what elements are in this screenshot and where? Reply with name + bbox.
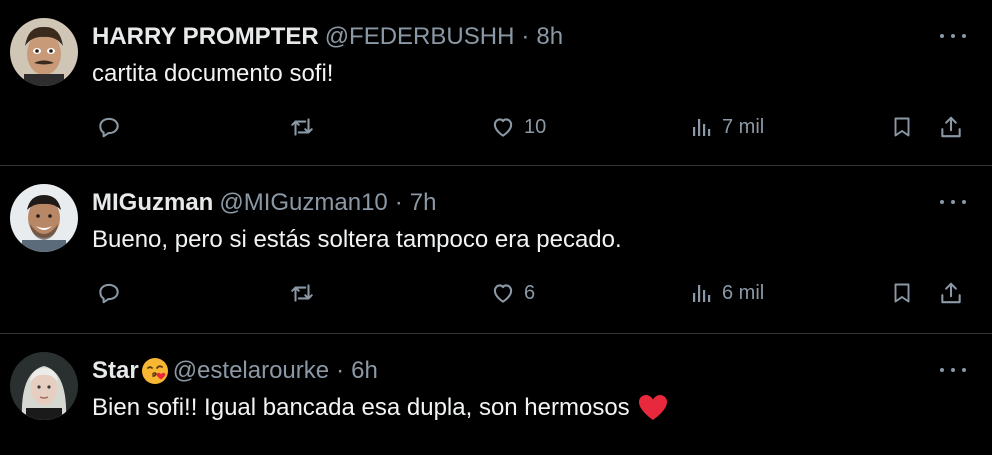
user-handle[interactable]: @FEDERBUSHH bbox=[325, 23, 515, 51]
user-handle[interactable]: @estelarourke bbox=[173, 357, 329, 385]
red-heart-emoji-icon bbox=[638, 394, 668, 422]
tweet-actions: 10 7 mil bbox=[0, 114, 992, 146]
more-icon[interactable] bbox=[940, 26, 966, 46]
like-button[interactable]: 10 bbox=[490, 114, 546, 140]
views-icon bbox=[690, 280, 714, 306]
timestamp[interactable]: 8h bbox=[536, 23, 563, 51]
separator: · bbox=[336, 357, 345, 384]
timestamp[interactable]: 7h bbox=[410, 189, 437, 217]
separator: · bbox=[394, 189, 403, 216]
reply-button[interactable] bbox=[96, 114, 122, 140]
avatar[interactable] bbox=[10, 18, 78, 86]
kissing-face-emoji-icon bbox=[141, 357, 169, 385]
tweet-actions: 6 6 mil bbox=[0, 280, 992, 312]
reply-button[interactable] bbox=[96, 280, 122, 306]
share-icon bbox=[938, 114, 964, 140]
retweet-button[interactable] bbox=[288, 114, 316, 140]
retweet-icon bbox=[288, 280, 316, 306]
heart-icon bbox=[490, 114, 516, 140]
timestamp[interactable]: 6h bbox=[351, 357, 378, 385]
tweet-text-content: Bueno, pero si estás soltera tampoco era… bbox=[92, 226, 622, 253]
views-button[interactable]: 6 mil bbox=[690, 280, 764, 306]
tweet-text: Bien sofi!! Igual bancada esa dupla, son… bbox=[92, 394, 668, 422]
share-icon bbox=[938, 280, 964, 306]
tweet-text: Bueno, pero si estás soltera tampoco era… bbox=[92, 226, 622, 254]
display-name[interactable]: HARRY PROMPTER bbox=[92, 23, 319, 51]
avatar[interactable] bbox=[10, 184, 78, 252]
reply-icon bbox=[96, 280, 122, 306]
views-icon bbox=[690, 114, 714, 140]
tweet-header: MIGuzman @MIGuzman10 · 7h bbox=[92, 186, 436, 220]
share-button[interactable] bbox=[938, 114, 964, 140]
reply-feed: HARRY PROMPTER @FEDERBUSHH · 8h cartita … bbox=[0, 0, 992, 455]
views-count: 6 mil bbox=[722, 281, 765, 304]
tweet-header: HARRY PROMPTER @FEDERBUSHH · 8h bbox=[92, 20, 563, 54]
tweet-header: Star @estelarourke · 6h bbox=[92, 354, 378, 388]
avatar[interactable] bbox=[10, 352, 78, 420]
bookmark-button[interactable] bbox=[890, 114, 914, 140]
bookmark-icon bbox=[890, 280, 914, 306]
separator: · bbox=[521, 23, 530, 50]
tweet-text-content: Bien sofi!! Igual bancada esa dupla, son… bbox=[92, 394, 630, 421]
views-count: 7 mil bbox=[722, 115, 765, 138]
retweet-icon bbox=[288, 114, 316, 140]
tweet-text-content: cartita documento sofi! bbox=[92, 60, 334, 87]
heart-icon bbox=[490, 280, 516, 306]
retweet-button[interactable] bbox=[288, 280, 316, 306]
tweet[interactable]: HARRY PROMPTER @FEDERBUSHH · 8h cartita … bbox=[0, 0, 992, 166]
more-icon[interactable] bbox=[940, 192, 966, 212]
user-handle[interactable]: @MIGuzman10 bbox=[219, 189, 387, 217]
bookmark-button[interactable] bbox=[890, 280, 914, 306]
display-name[interactable]: MIGuzman bbox=[92, 189, 213, 217]
like-button[interactable]: 6 bbox=[490, 280, 535, 306]
tweet-text: cartita documento sofi! bbox=[92, 60, 333, 88]
more-icon[interactable] bbox=[940, 360, 966, 380]
tweet[interactable]: MIGuzman @MIGuzman10 · 7h Bueno, pero si… bbox=[0, 166, 992, 334]
views-button[interactable]: 7 mil bbox=[690, 114, 764, 140]
like-count: 6 bbox=[524, 281, 536, 304]
reply-icon bbox=[96, 114, 122, 140]
share-button[interactable] bbox=[938, 280, 964, 306]
tweet[interactable]: Star @estelarourke · 6h Bien sofi!! Igua… bbox=[0, 334, 992, 455]
bookmark-icon bbox=[890, 114, 914, 140]
display-name[interactable]: Star bbox=[92, 357, 139, 385]
like-count: 10 bbox=[524, 115, 547, 138]
